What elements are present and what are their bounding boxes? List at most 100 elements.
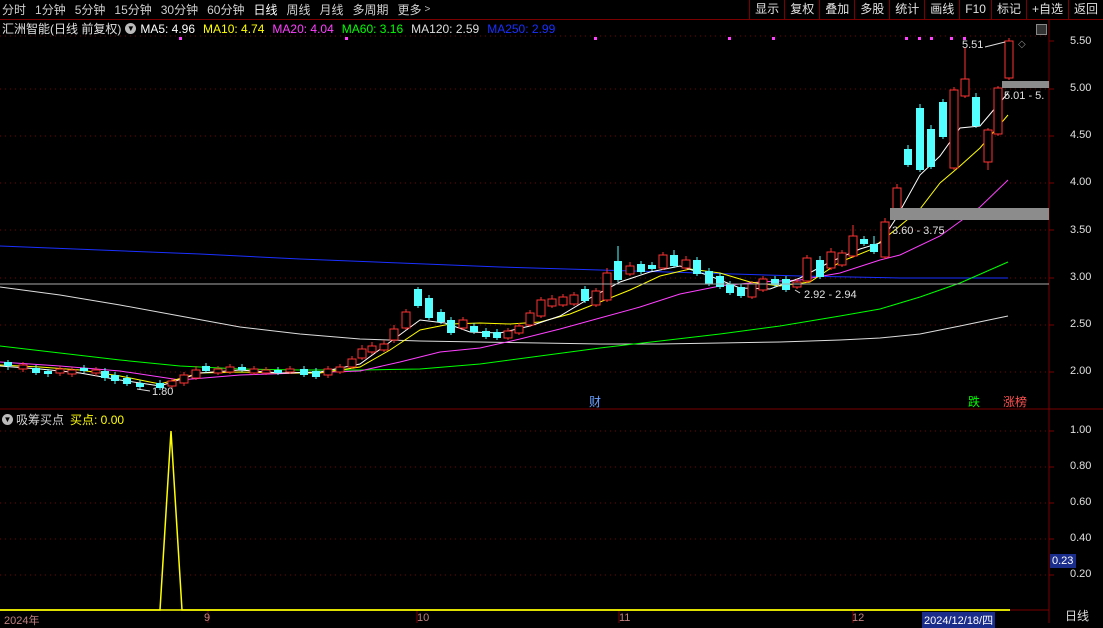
indicator-axis-label: 0.20 xyxy=(1070,568,1092,580)
ma250-line xyxy=(0,245,1008,279)
range-label-top: 5.01 - 5. xyxy=(1004,90,1045,102)
multi-stock-button[interactable]: 多股 xyxy=(854,0,889,19)
candle-body xyxy=(123,378,131,384)
candle-body xyxy=(80,368,88,371)
dropdown-icon[interactable]: ▼ xyxy=(2,413,13,425)
candle-body xyxy=(826,251,836,269)
indicator-axis-label: 0.60 xyxy=(1070,496,1092,508)
candle-body xyxy=(983,129,993,163)
ma-legend: 汇洲智能(日线 前复权) ▼ MA5: 4.96 MA10: 4.74 MA20… xyxy=(0,20,1050,37)
candle-body xyxy=(238,367,246,370)
tab-15min[interactable]: 15分钟 xyxy=(114,1,151,18)
tab-monthly[interactable]: 月线 xyxy=(320,1,344,18)
range-label-mid: 3.60 - 3.75 xyxy=(892,225,945,237)
diamond-icon[interactable]: ◇ xyxy=(1018,39,1026,50)
candle-body xyxy=(111,375,119,381)
candle-body xyxy=(458,319,468,329)
candle-body xyxy=(493,332,501,338)
chevron-right-icon[interactable]: > xyxy=(425,4,431,15)
candle-body xyxy=(44,371,52,374)
indicator-value: 买点: 0.00 xyxy=(70,412,125,427)
candle-body xyxy=(681,259,691,269)
candle-body xyxy=(261,369,271,374)
candle-body xyxy=(648,265,656,269)
indicator-axis-label: 0.40 xyxy=(1070,532,1092,544)
candle-body xyxy=(591,290,601,306)
tab-5min[interactable]: 5分钟 xyxy=(75,1,106,18)
candle-body xyxy=(927,129,935,167)
f10-button[interactable]: F10 xyxy=(959,0,991,19)
tab-daily[interactable]: 日线 xyxy=(253,1,277,18)
x-axis-month: 11 xyxy=(619,612,631,624)
tab-multi-period[interactable]: 多周期 xyxy=(353,1,389,18)
event-markers xyxy=(179,37,966,40)
window-toggle-icon[interactable] xyxy=(1036,24,1047,35)
candle-body xyxy=(547,298,557,307)
tab-1min[interactable]: 1分钟 xyxy=(35,1,66,18)
candle-body xyxy=(285,368,295,373)
overlay-button[interactable]: 叠加 xyxy=(819,0,854,19)
ma120-line xyxy=(0,286,1009,345)
ma60-label: MA60: 3.16 xyxy=(341,21,404,36)
candle-body xyxy=(716,276,724,287)
candle-body xyxy=(300,369,308,375)
display-button[interactable]: 显示 xyxy=(749,0,784,19)
tab-fenshi[interactable]: 分时 xyxy=(2,1,26,18)
candle-body xyxy=(705,271,713,284)
stats-button[interactable]: 统计 xyxy=(889,0,924,19)
ma20-line xyxy=(0,179,1009,381)
candle-body xyxy=(179,374,189,384)
dropdown-icon[interactable]: ▼ xyxy=(125,23,137,34)
ma5-line xyxy=(0,92,1009,387)
candle-body xyxy=(357,348,367,359)
candle-body xyxy=(737,287,745,296)
add-watchlist-button[interactable]: +自选 xyxy=(1025,0,1068,19)
ma10-label: MA10: 4.74 xyxy=(203,21,265,36)
candle-body xyxy=(870,244,878,252)
candle-body xyxy=(347,358,357,368)
draw-line-button[interactable]: 画线 xyxy=(924,0,959,19)
candle-body xyxy=(367,345,377,353)
adjust-button[interactable]: 复权 xyxy=(784,0,819,19)
tab-30min[interactable]: 30分钟 xyxy=(161,1,198,18)
candle-body xyxy=(437,312,445,322)
stock-title: 汇洲智能(日线 前复权) xyxy=(2,22,122,36)
y-axis-label: 4.50 xyxy=(1070,129,1092,141)
tab-weekly[interactable]: 周线 xyxy=(286,1,310,18)
candle-body xyxy=(414,289,422,306)
candle-body xyxy=(447,320,455,333)
candle-body xyxy=(401,311,411,329)
candle-body xyxy=(637,264,645,272)
y-axis-label: 3.00 xyxy=(1070,271,1092,283)
mark-button[interactable]: 标记 xyxy=(990,0,1026,19)
candle-body xyxy=(67,369,77,375)
tab-more[interactable]: 更多 xyxy=(398,1,422,18)
drop-badge[interactable]: 跌 xyxy=(968,395,980,409)
candle-body xyxy=(274,370,282,373)
function-buttons: 显示 复权 叠加 多股 统计 画线 F10 标记 +自选 返回 xyxy=(749,0,1103,19)
back-button[interactable]: 返回 xyxy=(1067,0,1103,19)
low-price-label: 1.80 xyxy=(152,386,174,398)
candle-body xyxy=(1004,40,1014,79)
tab-60min[interactable]: 60分钟 xyxy=(207,1,244,18)
candle-body xyxy=(602,272,612,301)
y-axis-label: 2.00 xyxy=(1070,365,1092,377)
candle-body xyxy=(136,383,144,387)
candle-body xyxy=(225,366,235,373)
candle-body xyxy=(379,343,389,351)
candle-body xyxy=(726,284,734,293)
high-price-label: 5.51 xyxy=(962,39,984,51)
indicator-legend: ▼ 吸筹买点 买点: 0.00 xyxy=(0,411,124,427)
candle-body xyxy=(335,366,345,373)
ma60-line xyxy=(0,261,1009,371)
candle-body xyxy=(323,368,333,376)
candle-body xyxy=(482,331,490,337)
candle-body xyxy=(860,239,868,244)
y-axis-label: 4.00 xyxy=(1070,176,1092,188)
candle-body xyxy=(18,364,28,370)
rank-badge[interactable]: 涨榜 xyxy=(1003,395,1027,409)
finance-badge[interactable]: 财 xyxy=(589,395,601,409)
candle-body xyxy=(782,279,790,290)
candle-body xyxy=(249,368,259,374)
bottom-period-tab[interactable]: 日线 xyxy=(1052,610,1102,623)
